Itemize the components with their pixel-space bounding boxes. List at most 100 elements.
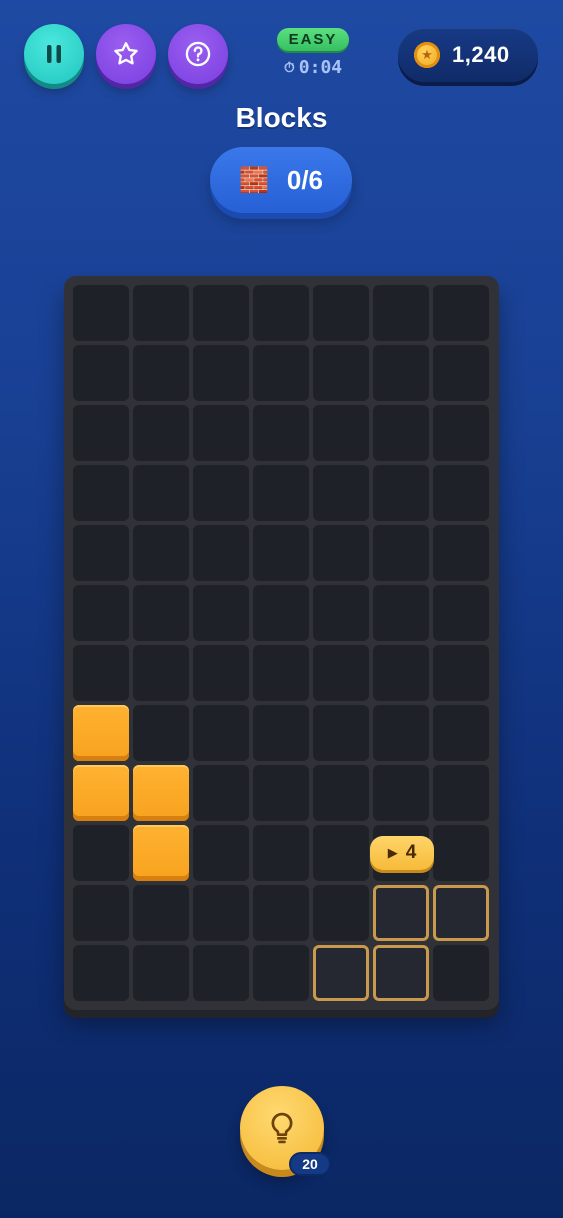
board-cell[interactable]	[133, 945, 189, 1001]
board-cell[interactable]	[133, 465, 189, 521]
board-cell[interactable]	[73, 405, 129, 461]
board-cell[interactable]	[133, 645, 189, 701]
board-cell[interactable]	[313, 345, 369, 401]
target-moves-tag: ▶ 4	[370, 836, 434, 870]
board-cell[interactable]	[433, 405, 489, 461]
board-cell[interactable]	[193, 945, 249, 1001]
board-cell[interactable]	[433, 705, 489, 761]
board-cell[interactable]	[313, 765, 369, 821]
board-cell[interactable]	[253, 765, 309, 821]
board-cell[interactable]	[373, 405, 429, 461]
board-cell[interactable]	[133, 285, 189, 341]
board-cell[interactable]	[433, 645, 489, 701]
board-cell[interactable]	[313, 645, 369, 701]
board-cell[interactable]	[73, 465, 129, 521]
board-cell[interactable]	[193, 525, 249, 581]
board-cell[interactable]	[433, 765, 489, 821]
timer: ⏱ 0:04	[270, 57, 356, 78]
coin-icon: ★	[414, 42, 440, 68]
board-cell[interactable]	[433, 525, 489, 581]
board-cell[interactable]	[73, 645, 129, 701]
board-cell[interactable]	[253, 405, 309, 461]
board-cell[interactable]	[433, 465, 489, 521]
difficulty-badge: EASY	[276, 28, 350, 51]
board-cell[interactable]	[73, 285, 129, 341]
board-cell[interactable]	[373, 645, 429, 701]
target-outline-cell[interactable]	[433, 885, 489, 941]
board-cell[interactable]	[193, 465, 249, 521]
board-cell[interactable]	[73, 945, 129, 1001]
board-cell[interactable]	[133, 345, 189, 401]
board-cell[interactable]	[193, 705, 249, 761]
board-cell[interactable]	[193, 825, 249, 881]
target-outline-cell[interactable]	[373, 945, 429, 1001]
blocks-counter: 🧱 0/6	[210, 147, 352, 213]
board-cell[interactable]	[73, 585, 129, 641]
board-cell[interactable]	[433, 825, 489, 881]
block-piece-cell[interactable]	[133, 765, 189, 821]
board-cell[interactable]	[193, 405, 249, 461]
board-cell[interactable]	[193, 345, 249, 401]
board-cell[interactable]	[313, 525, 369, 581]
board-cell[interactable]	[193, 765, 249, 821]
board-cell[interactable]	[253, 585, 309, 641]
board-cell[interactable]	[313, 585, 369, 641]
board-cell[interactable]	[313, 465, 369, 521]
board-cell[interactable]	[433, 345, 489, 401]
board-cell[interactable]	[193, 285, 249, 341]
timer-value: 0:04	[298, 57, 343, 78]
target-outline-cell[interactable]	[313, 945, 369, 1001]
board-cell[interactable]	[253, 465, 309, 521]
board-cell[interactable]	[373, 345, 429, 401]
board-cell[interactable]	[73, 885, 129, 941]
level-title: Blocks	[235, 102, 328, 133]
board-cell[interactable]	[133, 405, 189, 461]
board-cell[interactable]	[313, 885, 369, 941]
board-cell[interactable]	[73, 825, 129, 881]
block-piece-cell[interactable]	[73, 705, 129, 761]
board-cell[interactable]	[253, 945, 309, 1001]
block-piece-cell[interactable]	[133, 825, 189, 881]
board-cell[interactable]	[313, 825, 369, 881]
block-piece-cell[interactable]	[73, 765, 129, 821]
board-cell[interactable]	[193, 645, 249, 701]
board-cell[interactable]	[373, 285, 429, 341]
board-cell[interactable]	[73, 345, 129, 401]
board-cell[interactable]	[433, 285, 489, 341]
board-cell[interactable]	[133, 705, 189, 761]
favorite-button[interactable]	[96, 24, 156, 84]
board-cell[interactable]	[313, 705, 369, 761]
board-cell[interactable]	[253, 825, 309, 881]
board-cell[interactable]	[373, 465, 429, 521]
target-moves-value: 4	[405, 842, 417, 863]
board-cell[interactable]	[373, 705, 429, 761]
board-cell[interactable]	[193, 885, 249, 941]
board-cell[interactable]	[253, 345, 309, 401]
star-icon	[114, 42, 138, 65]
board-cell[interactable]	[133, 885, 189, 941]
help-button[interactable]	[168, 24, 228, 84]
pause-button[interactable]	[24, 24, 84, 84]
board-cell[interactable]	[253, 285, 309, 341]
blocks-progress: 0/6	[286, 164, 324, 195]
game-board[interactable]: ▶ 4	[64, 276, 499, 1010]
board-cell[interactable]	[133, 585, 189, 641]
board-cell[interactable]	[193, 585, 249, 641]
target-outline-cell[interactable]	[373, 885, 429, 941]
board-cell[interactable]	[433, 945, 489, 1001]
board-cell[interactable]	[313, 285, 369, 341]
board-cell[interactable]	[373, 765, 429, 821]
board-cell[interactable]	[373, 585, 429, 641]
coin-balance[interactable]: ★ 1,240	[398, 28, 538, 82]
board-cell[interactable]	[373, 525, 429, 581]
board-cell[interactable]	[433, 585, 489, 641]
board-cell[interactable]	[253, 705, 309, 761]
difficulty-timer-group: EASY ⏱ 0:04	[270, 28, 356, 78]
board-cell[interactable]	[313, 405, 369, 461]
board-cell[interactable]	[133, 525, 189, 581]
board-cell[interactable]	[253, 885, 309, 941]
board-cell[interactable]	[73, 525, 129, 581]
board-cell[interactable]	[253, 645, 309, 701]
board-cell[interactable]	[253, 525, 309, 581]
stopwatch-icon: ⏱	[283, 59, 295, 76]
